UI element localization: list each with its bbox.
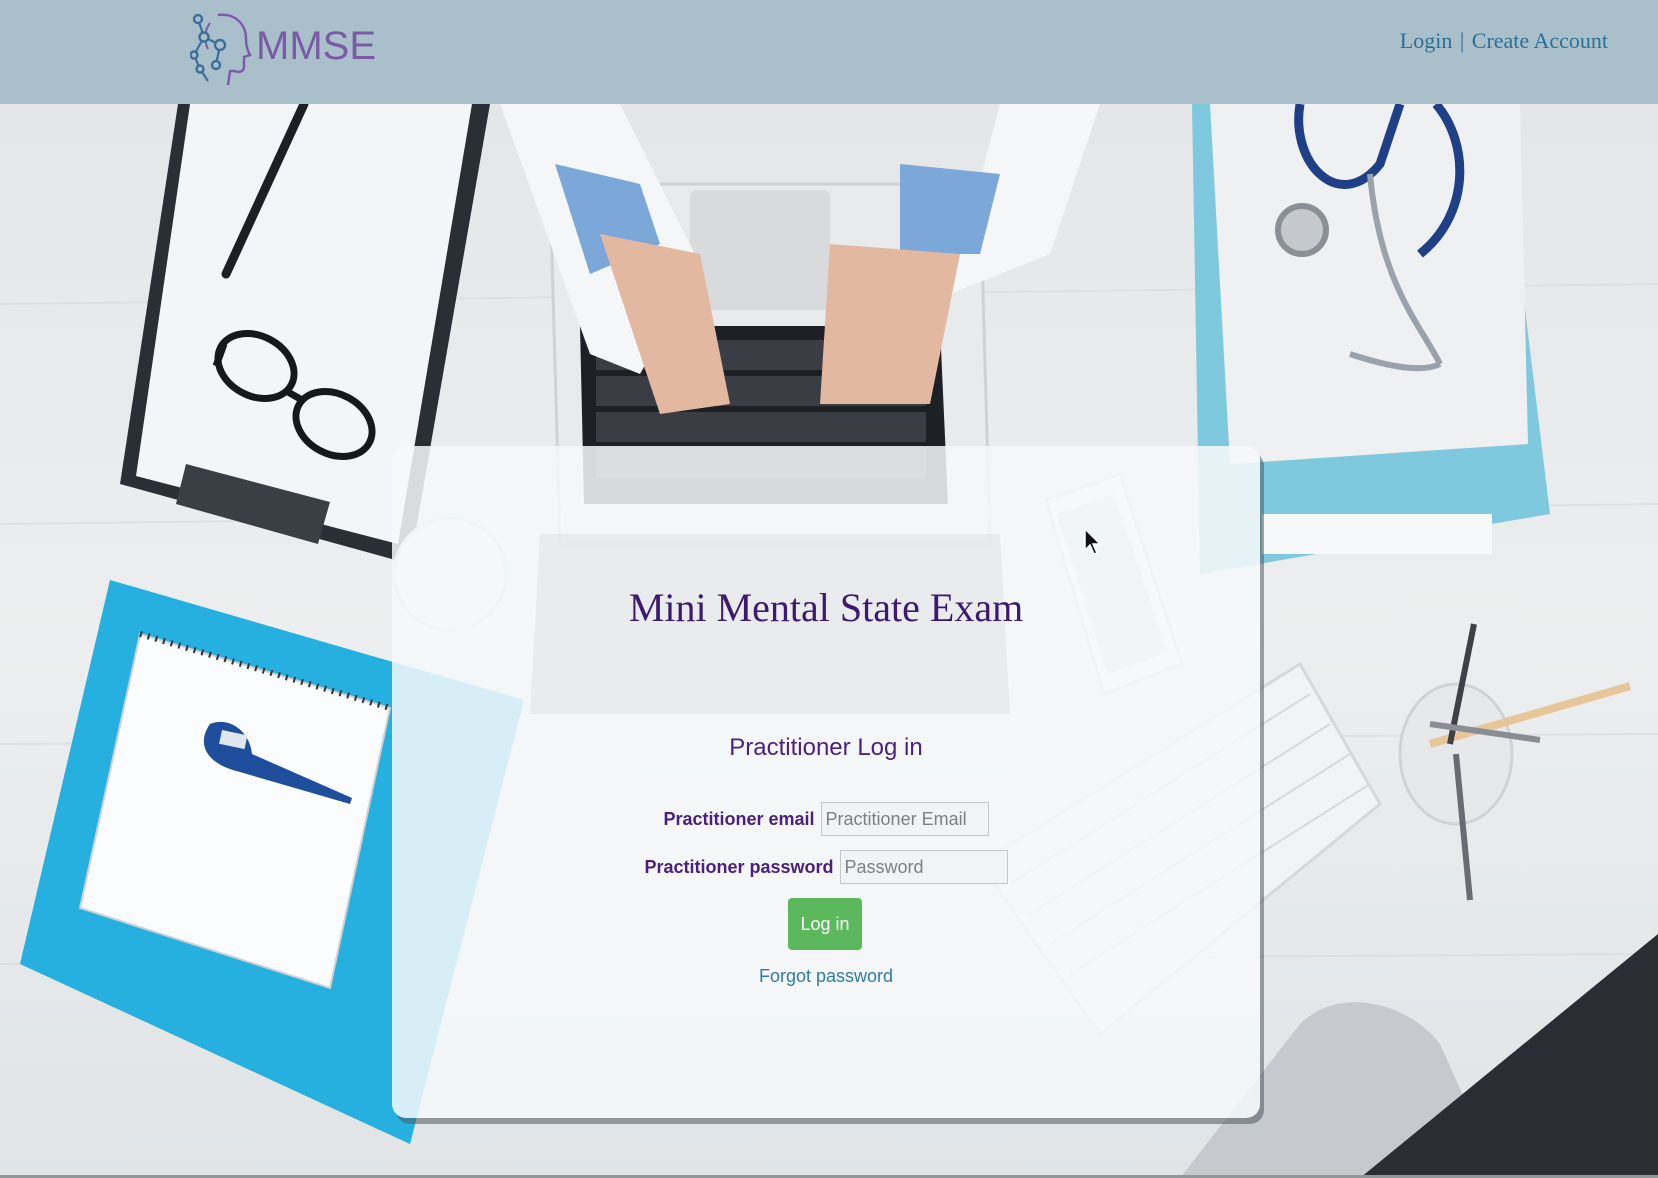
email-field[interactable] bbox=[820, 802, 989, 836]
auth-links: Login | Create Account bbox=[1400, 28, 1608, 54]
login-panel: Mini Mental State Exam Practitioner Log … bbox=[392, 446, 1260, 1118]
login-button[interactable]: Log in bbox=[788, 898, 862, 950]
email-row: Practitioner email bbox=[392, 802, 1260, 836]
link-separator: | bbox=[1459, 28, 1465, 53]
logo-text: MMSE bbox=[256, 23, 376, 68]
password-row: Practitioner password bbox=[392, 850, 1260, 884]
create-account-link[interactable]: Create Account bbox=[1472, 28, 1608, 53]
mmse-logo[interactable]: MMSE bbox=[190, 8, 376, 90]
email-label: Practitioner email bbox=[663, 808, 815, 829]
head-network-icon bbox=[190, 13, 252, 86]
login-link[interactable]: Login bbox=[1400, 28, 1453, 53]
page-title: Mini Mental State Exam bbox=[628, 585, 1024, 630]
login-subtitle: Practitioner Log in bbox=[729, 734, 923, 761]
pencil-cup-icon bbox=[1398, 623, 1632, 901]
password-label: Practitioner password bbox=[644, 856, 834, 877]
top-navbar: MMSE Login | Create Account bbox=[0, 0, 1658, 104]
password-field[interactable] bbox=[839, 850, 1008, 884]
forgot-password-link[interactable]: Forgot password bbox=[392, 966, 1260, 987]
mouse-cursor-icon bbox=[1084, 528, 1102, 555]
